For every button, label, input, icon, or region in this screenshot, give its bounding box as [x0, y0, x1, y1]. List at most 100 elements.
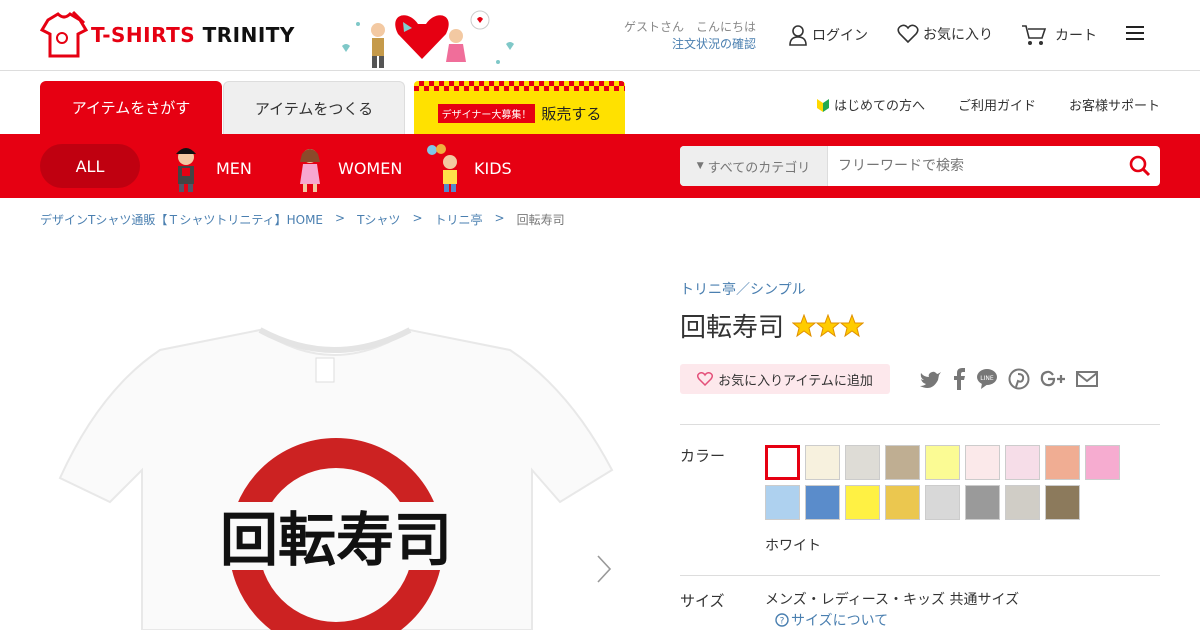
menu-button[interactable] [1125, 24, 1149, 42]
breadcrumb-separator: > [494, 211, 505, 225]
color-swatch[interactable] [925, 445, 960, 480]
mail-icon[interactable] [1076, 370, 1098, 388]
beginners-link[interactable]: はじめての方へ [816, 95, 925, 114]
category-kids-label: KIDS [474, 158, 512, 178]
favorites-link[interactable]: お気に入り [897, 24, 993, 44]
twitter-icon[interactable] [920, 369, 942, 389]
main-tabs: アイテムをさがす アイテムをつくる デザイナー大募集！ 販売する [40, 81, 625, 134]
greeting-text: ゲストさん こんにちは [623, 20, 756, 34]
site-logo[interactable]: T-SHIRTS TRINITY [40, 10, 295, 60]
chevron-down-icon: ▼ [696, 161, 704, 171]
size-info-label: サイズについて [791, 613, 889, 629]
category-all-button[interactable]: ALL [40, 144, 140, 188]
selected-color-name: ホワイト [765, 538, 821, 554]
google-plus-icon[interactable] [1040, 370, 1066, 388]
svg-text:?: ? [780, 617, 785, 627]
next-image-arrow-icon[interactable] [596, 554, 612, 584]
valentine-illustration [342, 10, 514, 68]
category-bar: ALL MEN WOMEN KIDS ▼ すべてのカテゴリ [0, 134, 1200, 198]
category-women[interactable]: WOMEN [290, 144, 402, 192]
search-input[interactable] [828, 146, 1120, 186]
sub-links: はじめての方へ ご利用ガイド お客様サポート [783, 95, 1160, 114]
svg-text:LINE: LINE [980, 375, 994, 382]
login-label: ログイン [812, 28, 868, 44]
category-men[interactable]: MEN [168, 144, 252, 192]
color-swatch[interactable] [1045, 485, 1080, 520]
hamburger-menu-icon [1126, 26, 1144, 40]
color-swatch[interactable] [1005, 445, 1040, 480]
pinterest-icon[interactable] [1008, 368, 1030, 390]
size-row: サイズ メンズ・レディース・キッズ 共通サイズ ? サイズについて [680, 575, 1160, 630]
color-label: カラー [680, 447, 726, 465]
help-icon: ? [775, 613, 789, 627]
search-category-label: すべてのカテゴリ [707, 160, 811, 176]
women-figure-icon [300, 149, 320, 192]
cart-link[interactable]: カート [1021, 24, 1097, 46]
divider [680, 424, 1160, 425]
facebook-icon[interactable] [952, 368, 966, 390]
category-kids[interactable]: KIDS [426, 144, 512, 192]
cart-label: カート [1055, 28, 1097, 44]
checker-pattern [414, 81, 625, 91]
color-swatch[interactable] [845, 445, 880, 480]
color-swatch[interactable] [765, 485, 800, 520]
logo-text-part1: T-SHIRTS [91, 23, 196, 47]
search-button[interactable] [1120, 146, 1160, 186]
site-header: T-SHIRTS TRINITY ゲストさん こんにちは 注文状況の確認 ログイ… [0, 0, 1200, 71]
login-link[interactable]: ログイン [788, 24, 868, 46]
guide-link[interactable]: ご利用ガイド [958, 95, 1036, 114]
breadcrumb-separator: > [412, 211, 423, 225]
breadcrumb-item-tshirts[interactable]: Tシャツ [357, 211, 400, 228]
tab-sell[interactable]: デザイナー大募集！ 販売する [414, 81, 625, 134]
product-title: 回転寿司 [680, 313, 785, 343]
color-swatch[interactable] [805, 485, 840, 520]
color-swatch[interactable] [1005, 485, 1040, 520]
title-row: 回転寿司 [680, 307, 1160, 344]
color-swatch[interactable] [805, 445, 840, 480]
breadcrumb: デザインTシャツ通販【Ｔシャツトリニティ】HOME > Tシャツ > トリニ亭 … [40, 211, 577, 228]
support-link[interactable]: お客様サポート [1069, 95, 1160, 114]
search-category-select[interactable]: ▼ すべてのカテゴリ [680, 146, 828, 186]
favorites-label: お気に入り [923, 27, 993, 43]
beginner-mark-icon [816, 98, 829, 112]
star-icon [816, 313, 841, 337]
tab-make-items[interactable]: アイテムをつくる [223, 81, 405, 134]
heart-icon [897, 24, 919, 44]
color-swatch[interactable] [765, 445, 800, 480]
user-icon [789, 25, 807, 46]
maker-link[interactable]: トリニ亭／シンプル [680, 279, 1160, 299]
logo-text-part2: TRINITY [202, 23, 295, 47]
sell-label: 販売する [541, 105, 602, 123]
designer-recruit-badge: デザイナー大募集！ [437, 104, 536, 123]
add-to-favorites-button[interactable]: お気に入りアイテムに追加 [680, 364, 890, 394]
add-to-favorites-label: お気に入りアイテムに追加 [718, 373, 873, 389]
breadcrumb-item-home[interactable]: デザインTシャツ通販【Ｔシャツトリニティ】HOME [40, 211, 323, 228]
product-info: トリニ亭／シンプル 回転寿司 お気に入りアイテムに追加 LINE カラー ホワイ… [680, 279, 1160, 630]
breadcrumb-separator: > [335, 211, 346, 225]
color-swatch[interactable] [965, 485, 1000, 520]
tab-search-items[interactable]: アイテムをさがす [40, 81, 222, 134]
color-swatch[interactable] [925, 485, 960, 520]
color-swatch[interactable] [885, 485, 920, 520]
cart-icon [1022, 25, 1047, 45]
color-swatches [765, 445, 1125, 525]
star-icon [840, 313, 865, 337]
order-status-link[interactable]: 注文状況の確認 [600, 36, 756, 53]
tshirt-product-illustration: 回転寿司 [58, 327, 614, 634]
color-swatch[interactable] [965, 445, 1000, 480]
breadcrumb-item-shop[interactable]: トリニ亭 [435, 211, 483, 228]
line-icon[interactable]: LINE [976, 368, 998, 390]
tshirt-logo-icon [40, 10, 88, 58]
color-swatch[interactable] [1045, 445, 1080, 480]
size-info-link[interactable]: ? サイズについて [775, 610, 1019, 630]
color-swatch[interactable] [885, 445, 920, 480]
color-swatch[interactable] [1085, 445, 1120, 480]
guest-greeting: ゲストさん こんにちは 注文状況の確認 [600, 19, 756, 53]
fav-share-row: お気に入りアイテムに追加 LINE [680, 364, 1160, 394]
heart-icon [697, 372, 714, 386]
product-image[interactable]: 回転寿司 [40, 240, 640, 634]
search-icon [1129, 155, 1151, 177]
beginners-label: はじめての方へ [833, 99, 925, 114]
logo-text: T-SHIRTS TRINITY [91, 23, 295, 47]
color-swatch[interactable] [845, 485, 880, 520]
